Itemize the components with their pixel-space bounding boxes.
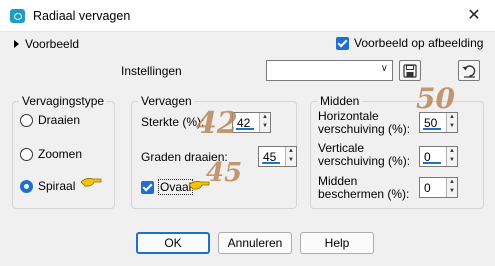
strength-spinner[interactable]: 42 ▲ ▼ [232, 112, 271, 133]
radio-button-selected-icon [20, 179, 33, 193]
radio-button-icon [20, 147, 33, 161]
expand-triangle-icon [14, 40, 19, 48]
floppy-disk-icon [403, 63, 417, 78]
spinner-arrows-icon[interactable]: ▲ ▼ [259, 113, 270, 132]
annotation-horizontal: 50 [416, 82, 455, 115]
window-title: Radiaal vervagen [33, 9, 131, 23]
radio-draaien[interactable]: Draaien [20, 113, 80, 127]
title-bar: Radiaal vervagen ✕ [0, 0, 495, 32]
horizontal-label-line-2: verschuiving (%): [318, 122, 411, 136]
vertical-offset-spinner[interactable]: 0 ▲ ▼ [419, 146, 458, 167]
spinner-arrows-icon[interactable]: ▲ ▼ [446, 147, 457, 166]
reset-arrow-icon [462, 64, 475, 78]
annotation-strength: 42 [196, 106, 238, 141]
radio-label: Draaien [38, 113, 81, 127]
radio-label: Spiraal [38, 179, 76, 193]
annotation-rotation: 45 [206, 158, 243, 188]
blur-type-legend: Vervagingstype [19, 94, 108, 108]
value-underline [262, 162, 280, 164]
value-underline [423, 128, 441, 130]
spinner-arrows-icon[interactable]: ▲ ▼ [446, 178, 457, 197]
preview-on-image-label: Voorbeeld op afbeelding [354, 36, 484, 50]
spinner-arrows-icon[interactable]: ▲ ▼ [285, 147, 296, 166]
radio-zoomen[interactable]: Zoomen [20, 147, 82, 161]
protect-center-value: 0 [424, 181, 431, 195]
protect-center-label: Midden beschermen (%): [318, 175, 409, 201]
blur-legend: Vervagen [138, 94, 195, 108]
chevron-down-icon: ∨ [380, 63, 388, 74]
horizontal-offset-label: Horizontale verschuiving (%): [318, 110, 410, 136]
preview-toggle-label: Voorbeeld [25, 37, 80, 51]
checkbox-checked-icon [141, 180, 154, 194]
vertical-label-line-2: verschuiving (%): [318, 154, 411, 168]
ok-button[interactable]: OK [136, 232, 210, 254]
close-button[interactable]: ✕ [463, 6, 485, 26]
value-underline [423, 162, 441, 164]
cancel-button[interactable]: Annuleren [218, 232, 292, 254]
checkbox-checked-icon [336, 36, 349, 50]
pointing-hand-icon [80, 178, 102, 187]
oval-checkbox[interactable]: Ovaal [141, 179, 194, 195]
value-underline [236, 128, 254, 130]
help-button[interactable]: Help [300, 232, 374, 254]
radio-label: Zoomen [38, 147, 83, 161]
vertical-offset-label: Verticale verschuiving (%): [318, 142, 410, 168]
preview-on-image-checkbox[interactable]: Voorbeeld op afbeelding [336, 36, 483, 50]
radio-spiraal[interactable]: Spiraal [20, 179, 75, 193]
settings-select[interactable]: ∨ [266, 60, 393, 81]
preview-toggle[interactable]: Voorbeeld [14, 37, 79, 51]
protect-center-spinner[interactable]: 0 ▲ ▼ [419, 177, 458, 198]
center-legend: Midden [317, 94, 363, 108]
reset-settings-button[interactable] [458, 60, 480, 81]
radio-button-icon [20, 113, 33, 127]
rotation-spinner[interactable]: 45 ▲ ▼ [258, 146, 297, 167]
protect-label-line-2: beschermen (%): [318, 187, 410, 201]
horizontal-offset-spinner[interactable]: 50 ▲ ▼ [419, 112, 458, 133]
save-settings-button[interactable] [399, 60, 421, 81]
settings-label: Instellingen [121, 64, 182, 78]
app-icon [10, 9, 25, 23]
spinner-arrows-icon[interactable]: ▲ ▼ [446, 113, 457, 132]
strength-label: Sterkte (%): [141, 115, 205, 129]
